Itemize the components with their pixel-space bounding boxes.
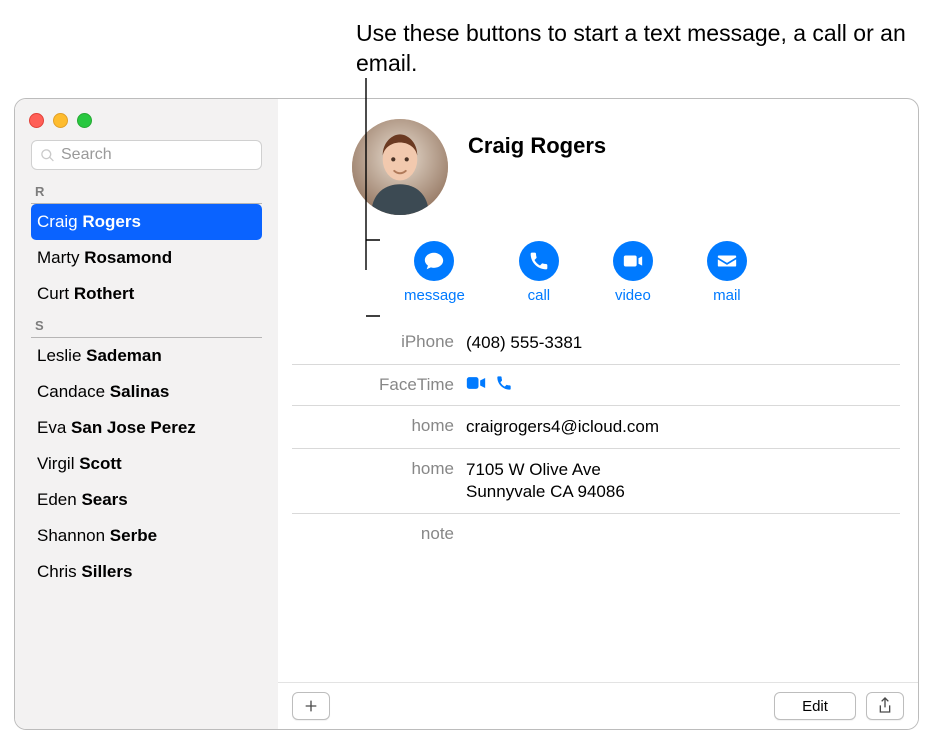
facetime-audio-icon[interactable] <box>496 375 512 391</box>
address-value[interactable]: 7105 W Olive Ave Sunnyvale CA 94086 <box>464 459 918 503</box>
list-item[interactable]: Curt Rothert <box>31 276 262 312</box>
facetime-video-icon[interactable] <box>466 376 486 390</box>
last-name: Sillers <box>81 562 132 581</box>
first-name: Virgil <box>37 454 79 473</box>
last-name: Sademan <box>86 346 162 365</box>
divider <box>292 513 900 514</box>
list-item[interactable]: Eva San Jose Perez <box>31 410 262 446</box>
avatar[interactable] <box>352 119 448 215</box>
window-controls <box>15 99 278 128</box>
phone-icon <box>529 251 549 271</box>
facetime-label: FaceTime <box>278 375 464 395</box>
divider <box>31 203 262 204</box>
call-label: call <box>528 287 551 304</box>
address-label: home <box>278 459 464 479</box>
list-item[interactable]: Craig Rogers <box>31 204 262 240</box>
list-item[interactable]: Virgil Scott <box>31 446 262 482</box>
share-icon <box>877 697 893 715</box>
contact-name: Craig Rogers <box>468 133 606 159</box>
mail-label: mail <box>713 287 741 304</box>
callout-text: Use these buttons to start a text messag… <box>356 18 931 78</box>
last-name: Rosamond <box>84 248 172 267</box>
sidebar: Search RCraig RogersMarty RosamondCurt R… <box>15 99 278 729</box>
list-item[interactable]: Shannon Serbe <box>31 518 262 554</box>
video-button[interactable]: video <box>613 241 653 304</box>
minimize-button[interactable] <box>53 113 68 128</box>
section-letter: R <box>31 184 262 199</box>
address-line1: 7105 W Olive Ave <box>466 460 601 479</box>
first-name: Leslie <box>37 346 86 365</box>
last-name: Serbe <box>110 526 157 545</box>
list-item[interactable]: Marty Rosamond <box>31 240 262 276</box>
section-header: S <box>31 318 262 338</box>
first-name: Candace <box>37 382 110 401</box>
video-label: video <box>615 287 651 304</box>
divider <box>292 405 900 406</box>
contact-detail: Craig Rogers message call video mail iP <box>278 99 918 729</box>
divider <box>292 364 900 365</box>
email-value[interactable]: craigrogers4@icloud.com <box>464 416 918 438</box>
contact-list: RCraig RogersMarty RosamondCurt RothertS… <box>15 178 278 729</box>
divider <box>31 337 262 338</box>
email-label: home <box>278 416 464 436</box>
plus-icon <box>303 698 319 714</box>
first-name: Craig <box>37 212 82 231</box>
last-name: Sears <box>81 490 127 509</box>
message-icon <box>423 250 445 272</box>
video-icon <box>622 250 644 272</box>
section-letter: S <box>31 318 262 333</box>
last-name: Scott <box>79 454 122 473</box>
last-name: Rothert <box>74 284 134 303</box>
list-item[interactable]: Leslie Sademan <box>31 338 262 374</box>
call-button[interactable]: call <box>519 241 559 304</box>
phone-value[interactable]: (408) 555-3381 <box>464 332 918 354</box>
first-name: Eden <box>37 490 81 509</box>
search-placeholder: Search <box>61 146 112 164</box>
search-icon <box>40 148 55 163</box>
phone-label: iPhone <box>278 332 464 352</box>
first-name: Chris <box>37 562 81 581</box>
search-input[interactable]: Search <box>31 140 262 170</box>
message-label: message <box>404 287 465 304</box>
note-label: note <box>278 524 464 544</box>
list-item[interactable]: Eden Sears <box>31 482 262 518</box>
list-item[interactable]: Chris Sillers <box>31 554 262 590</box>
divider <box>292 448 900 449</box>
first-name: Marty <box>37 248 84 267</box>
footer-toolbar: Edit <box>278 682 918 729</box>
message-button[interactable]: message <box>404 241 465 304</box>
mail-button[interactable]: mail <box>707 241 747 304</box>
close-button[interactable] <box>29 113 44 128</box>
section-header: R <box>31 184 262 204</box>
edit-button[interactable]: Edit <box>774 692 856 720</box>
mail-icon <box>716 250 738 272</box>
list-item[interactable]: Candace Salinas <box>31 374 262 410</box>
contacts-window: Search RCraig RogersMarty RosamondCurt R… <box>14 98 919 730</box>
share-button[interactable] <box>866 692 904 720</box>
address-line2: Sunnyvale CA 94086 <box>466 482 625 501</box>
first-name: Curt <box>37 284 74 303</box>
last-name: San Jose Perez <box>71 418 196 437</box>
add-contact-button[interactable] <box>292 692 330 720</box>
last-name: Rogers <box>82 212 141 231</box>
avatar-image <box>352 119 448 215</box>
last-name: Salinas <box>110 382 170 401</box>
first-name: Shannon <box>37 526 110 545</box>
first-name: Eva <box>37 418 71 437</box>
zoom-button[interactable] <box>77 113 92 128</box>
